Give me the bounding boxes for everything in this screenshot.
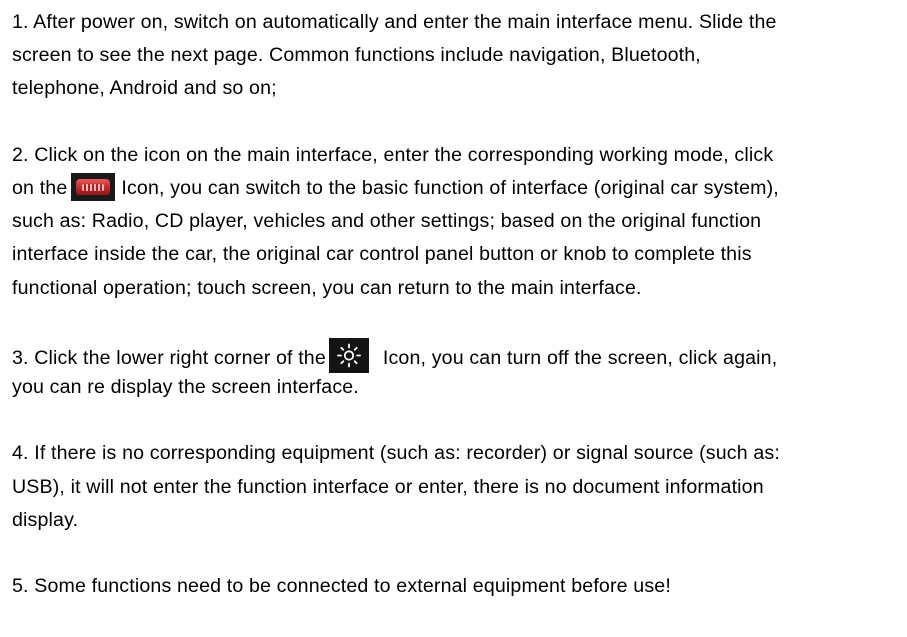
car-function-icon [71, 172, 116, 201]
paragraph-line: USB), it will not enter the function int… [12, 475, 764, 498]
sun-icon-graphic [336, 343, 361, 368]
paragraph-5: 5. Some functions need to be connected t… [12, 570, 907, 603]
text-after-icon: Icon, you can switch to the basic functi… [121, 176, 779, 199]
brightness-sun-icon [328, 337, 369, 373]
instructions-document: 1. After power on, switch on automatical… [12, 6, 907, 637]
paragraph-line: 4. If there is no corresponding equipmen… [12, 442, 780, 465]
paragraph-line-with-icon: 3. Click the lower right corner of the I… [12, 337, 907, 373]
paragraph-1: 1. After power on, switch on automatical… [12, 6, 907, 106]
paragraph-line: display. [12, 508, 79, 531]
text-before-icon: on the [12, 176, 68, 199]
paragraph-line: 1. After power on, switch on automatical… [12, 11, 777, 33]
text-before-icon: 3. Click the lower right corner of the [12, 346, 326, 369]
paragraph-line: telephone, Android and so on; [12, 77, 277, 100]
paragraph-line: such as: Radio, CD player, vehicles and … [12, 210, 762, 233]
paragraph-line: interface inside the car, the original c… [12, 243, 752, 266]
paragraph-2: 2. Click on the icon on the main interfa… [12, 139, 907, 305]
text-after-icon: Icon, you can turn off the screen, click… [382, 346, 778, 369]
paragraph-line: functional operation; touch screen, you … [12, 276, 642, 299]
paragraph-line: 5. Some functions need to be connected t… [12, 575, 671, 598]
paragraph-line-with-icon: on the Icon, you can switch to the basic … [12, 172, 907, 205]
paragraph-line: 2. Click on the icon on the main interfa… [12, 143, 774, 166]
paragraph-line: you can re display the screen interface. [12, 376, 359, 399]
paragraph-4: 4. If there is no corresponding equipmen… [12, 437, 907, 537]
paragraph-3: 3. Click the lower right corner of the I… [12, 337, 907, 404]
paragraph-line: screen to see the next page. Common func… [12, 44, 701, 67]
